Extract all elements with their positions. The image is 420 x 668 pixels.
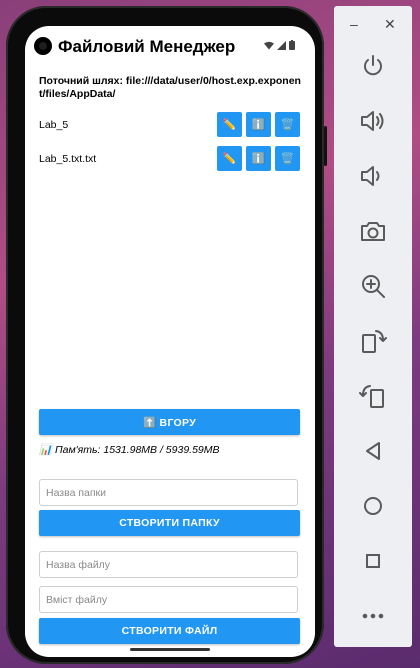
app-title: Файловий Менеджер [58, 37, 236, 56]
back-icon [366, 442, 380, 460]
create-folder-button[interactable]: СТВОРИТИ ПАПКУ [39, 510, 300, 536]
rename-button[interactable]: ✏️ [217, 112, 242, 137]
rotate-left-icon [362, 330, 387, 353]
delete-button[interactable]: 🗑️ [275, 146, 300, 171]
home-icon [364, 497, 382, 515]
close-button[interactable]: ✕ [384, 16, 396, 33]
phone-frame: Файловий Менеджер Поточний шлях: file://… [6, 6, 327, 664]
more-button[interactable] [356, 599, 390, 633]
phone-side-button [324, 126, 327, 166]
trash-icon: 🗑️ [280, 119, 295, 131]
file-name-input[interactable] [39, 551, 298, 578]
file-content-input[interactable] [39, 586, 298, 613]
volume-down-icon [361, 166, 380, 186]
battery-icon [289, 40, 295, 50]
wifi-icon [264, 41, 274, 49]
screenshot-button[interactable] [356, 214, 390, 248]
trash-icon: 🗑️ [280, 153, 295, 165]
rotate-right-icon [359, 385, 384, 408]
signal-icon [277, 40, 286, 50]
file-name[interactable]: Lab_5.txt.txt [39, 153, 96, 165]
current-path: Поточний шлях: file:///data/user/0/host.… [39, 75, 301, 100]
info-button[interactable]: ℹ️ [246, 146, 271, 171]
volume-down-button[interactable] [356, 159, 390, 193]
pencil-icon: ✏️ [222, 119, 237, 131]
volume-up-icon [361, 111, 384, 131]
rename-button[interactable]: ✏️ [217, 146, 242, 171]
zoom-button[interactable] [356, 269, 390, 303]
camera-icon [361, 222, 385, 241]
more-icon [362, 613, 384, 619]
power-button[interactable] [356, 49, 390, 83]
pencil-icon: ✏️ [222, 153, 237, 165]
overview-icon [366, 554, 380, 568]
home-button[interactable] [356, 489, 390, 523]
list-item: Lab_5 ✏️ ℹ️ 🗑️ [39, 112, 301, 138]
status-icons [264, 40, 295, 50]
status-bar: Файловий Менеджер [25, 26, 315, 70]
create-file-button[interactable]: СТВОРИТИ ФАЙЛ [39, 618, 300, 644]
power-icon [364, 55, 382, 76]
app-screen: Файловий Менеджер Поточний шлях: file://… [25, 26, 315, 657]
emulator-toolbar: – ✕ [334, 6, 412, 647]
rotate-left-button[interactable] [356, 324, 390, 358]
info-icon: ℹ️ [251, 153, 266, 165]
list-item: Lab_5.txt.txt ✏️ ℹ️ 🗑️ [39, 146, 301, 172]
gesture-nav-bar[interactable] [130, 648, 210, 651]
info-button[interactable]: ℹ️ [246, 112, 271, 137]
info-icon: ℹ️ [251, 119, 266, 131]
volume-up-button[interactable] [356, 104, 390, 138]
rotate-right-button[interactable] [356, 379, 390, 413]
zoom-in-icon [362, 275, 385, 298]
minimize-button[interactable]: – [350, 16, 358, 32]
file-name[interactable]: Lab_5 [39, 119, 68, 131]
emulator-window-controls: – ✕ [334, 16, 412, 36]
delete-button[interactable]: 🗑️ [275, 112, 300, 137]
folder-name-input[interactable] [39, 479, 298, 506]
camera-cutout [34, 37, 52, 55]
back-button[interactable] [356, 434, 390, 468]
go-up-button[interactable]: ⬆️ ВГОРУ [39, 409, 300, 435]
overview-button[interactable] [356, 544, 390, 578]
memory-usage: 📊 Пам'ять: 1531.98MB / 5939.59MB [39, 444, 220, 456]
